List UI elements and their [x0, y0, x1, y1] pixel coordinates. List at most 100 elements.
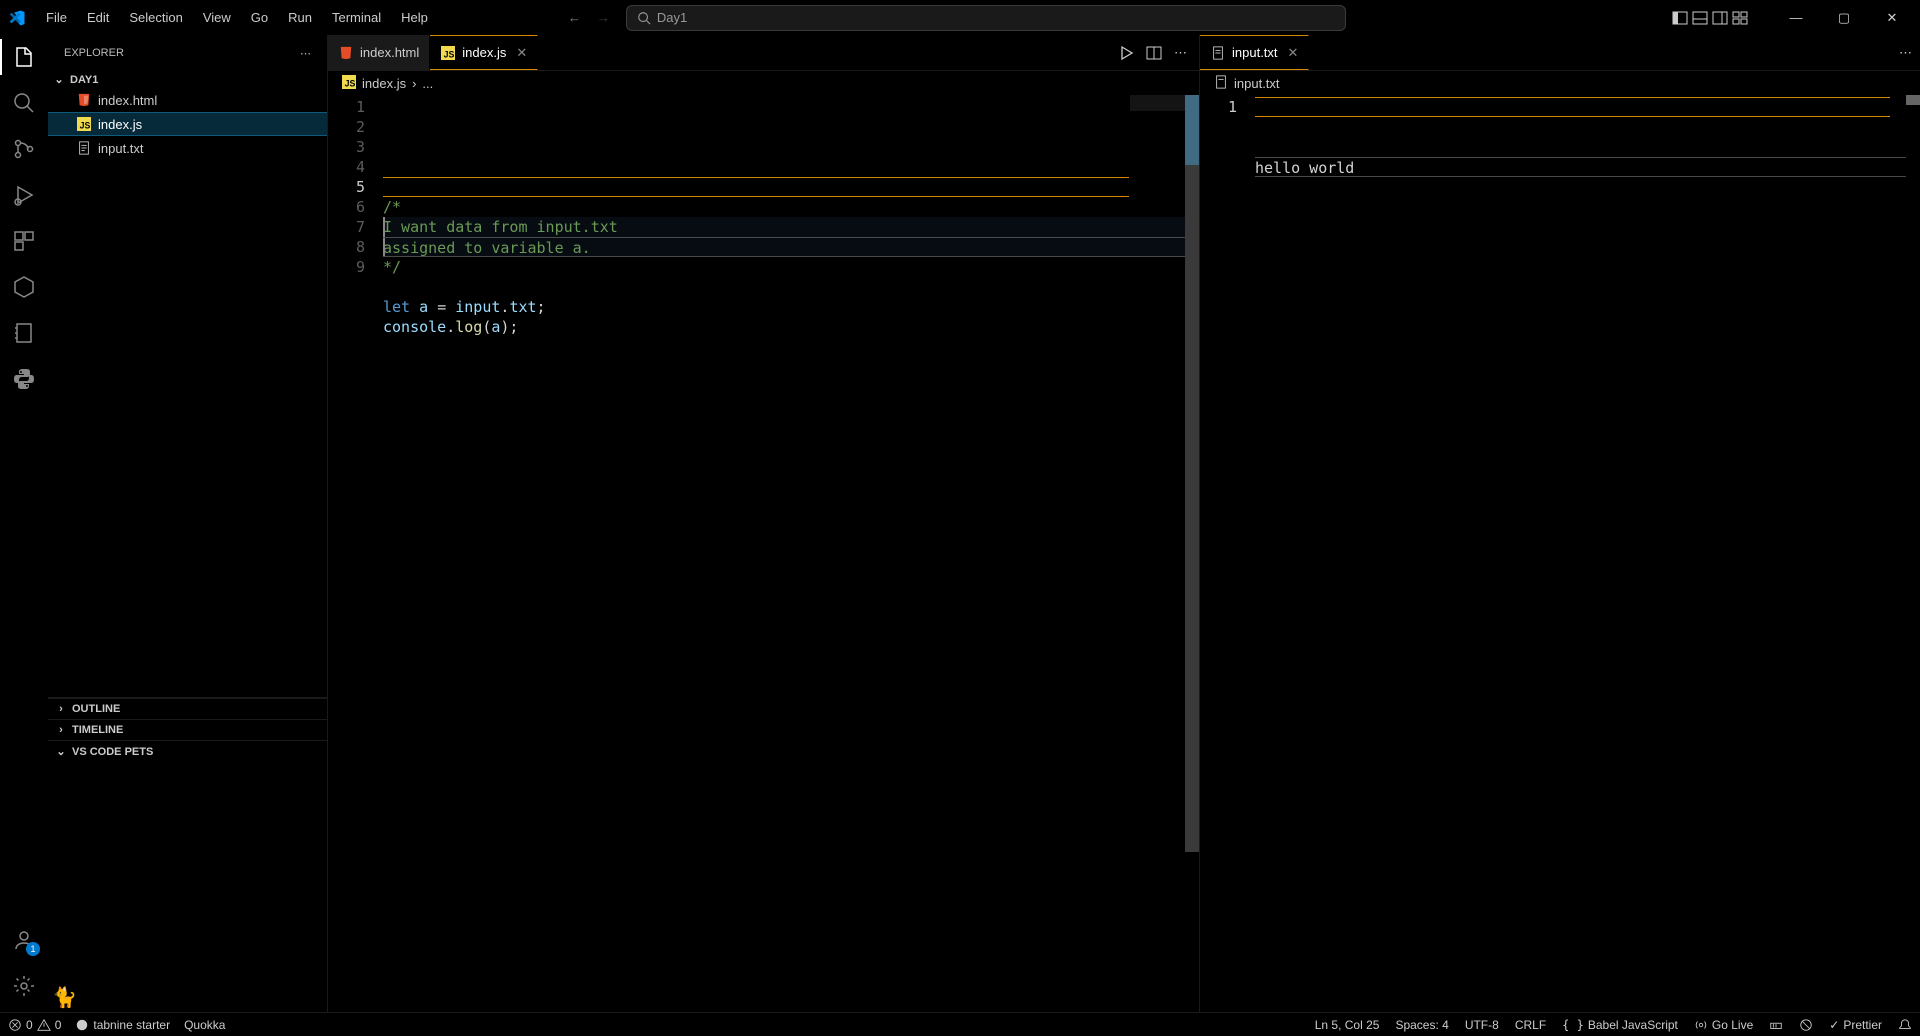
layout-panel-icon[interactable] [1692, 10, 1708, 26]
menu-help[interactable]: Help [393, 6, 436, 29]
pets-section[interactable]: ⌄ VS CODE PETS [48, 740, 327, 762]
status-encoding[interactable]: UTF-8 [1465, 1018, 1499, 1032]
command-center-search[interactable]: Day1 [626, 5, 1346, 31]
activity-settings-icon[interactable] [10, 972, 38, 1000]
status-notifications-icon[interactable] [1898, 1018, 1912, 1032]
file-item-index-html[interactable]: index.html [48, 88, 327, 112]
tab-index-html[interactable]: index.html [328, 35, 430, 70]
scrollbar[interactable] [1185, 95, 1199, 1012]
status-spaces[interactable]: Spaces: 4 [1395, 1018, 1448, 1032]
code-content[interactable]: hello world [1255, 95, 1920, 1012]
chevron-right-icon: › [54, 724, 68, 736]
editor-group-2: input.txt ✕ ⋯ input.txt 1 hello world [1200, 35, 1920, 1012]
timeline-section[interactable]: › TIMELINE [48, 719, 327, 740]
status-cursor-position[interactable]: Ln 5, Col 25 [1315, 1018, 1380, 1032]
split-editor-icon[interactable] [1146, 45, 1162, 61]
menu-terminal[interactable]: Terminal [324, 6, 389, 29]
accounts-badge: 1 [26, 942, 40, 956]
menu-run[interactable]: Run [280, 6, 320, 29]
menu-go[interactable]: Go [243, 6, 276, 29]
code-area-left[interactable]: 123456789 /*I want data from input.txtas… [328, 95, 1199, 1012]
close-icon[interactable]: ✕ [1288, 45, 1299, 61]
sidebar-explorer: EXPLORER ⋯ ⌄ DAY1 index.html JS index.js… [48, 35, 328, 1012]
file-tree: index.html JS index.js input.txt [48, 88, 327, 697]
window-close[interactable]: ✕ [1872, 4, 1912, 32]
file-item-input-txt[interactable]: input.txt [48, 136, 327, 160]
activity-hex-icon[interactable] [10, 273, 38, 301]
minimap-slider[interactable] [1130, 95, 1185, 111]
tab-label: input.txt [1232, 45, 1278, 60]
breadcrumb-left[interactable]: JS index.js › ... [328, 71, 1199, 95]
pet-cat-icon[interactable]: 🐈 [52, 985, 77, 1010]
txt-file-icon [1210, 45, 1226, 61]
more-icon[interactable]: ⋯ [1174, 45, 1187, 61]
window-maximize[interactable]: ▢ [1824, 4, 1864, 32]
activity-search-icon[interactable] [10, 89, 38, 117]
status-port-icon[interactable] [1769, 1018, 1783, 1032]
statusbar: 0 0 tabnine starter Quokka Ln 5, Col 25 … [0, 1012, 1920, 1036]
file-label: index.html [98, 93, 157, 108]
activity-source-control-icon[interactable] [10, 135, 38, 163]
menu-file[interactable]: File [38, 6, 75, 29]
gutter: 123456789 [328, 95, 383, 1012]
chevron-right-icon: › [54, 703, 68, 715]
outline-section[interactable]: › OUTLINE [48, 698, 327, 719]
js-file-icon: JS [76, 116, 92, 132]
breadcrumb-sep: › [412, 76, 416, 91]
svg-text:JS: JS [444, 49, 455, 59]
menu-edit[interactable]: Edit [79, 6, 117, 29]
outline-label: OUTLINE [72, 703, 120, 715]
menu-view[interactable]: View [195, 6, 239, 29]
folder-name: DAY1 [70, 74, 98, 86]
folder-header[interactable]: ⌄ DAY1 [48, 71, 327, 88]
status-eol[interactable]: CRLF [1515, 1018, 1546, 1032]
sidebar-title: EXPLORER [64, 47, 124, 59]
close-icon[interactable]: ✕ [516, 45, 527, 61]
tab-input-txt[interactable]: input.txt ✕ [1200, 35, 1309, 70]
status-golive[interactable]: Go Live [1694, 1018, 1753, 1032]
activity-python-icon[interactable] [10, 365, 38, 393]
txt-file-icon [76, 140, 92, 156]
chevron-down-icon: ⌄ [54, 745, 68, 758]
layout-sidebar-right-icon[interactable] [1712, 10, 1728, 26]
chevron-down-icon: ⌄ [52, 73, 66, 86]
run-icon[interactable] [1118, 45, 1134, 61]
more-icon[interactable]: ⋯ [1899, 45, 1912, 61]
activity-bar: 1 [0, 35, 48, 1012]
tabs-left: index.html JS index.js ✕ ⋯ [328, 35, 1199, 71]
menu-selection[interactable]: Selection [121, 6, 190, 29]
layout-sidebar-left-icon[interactable] [1672, 10, 1688, 26]
breadcrumb-right[interactable]: input.txt [1200, 71, 1920, 95]
window-minimize[interactable]: — [1776, 4, 1816, 32]
sidebar-more-icon[interactable]: ⋯ [300, 47, 311, 60]
gutter: 1 [1200, 95, 1255, 1012]
status-tabnine[interactable]: tabnine starter [75, 1018, 170, 1032]
scroll-thumb[interactable] [1185, 95, 1199, 165]
code-content[interactable]: /*I want data from input.txtassigned to … [383, 95, 1199, 1012]
activity-notebook-icon[interactable] [10, 319, 38, 347]
file-label: input.txt [98, 141, 144, 156]
activity-explorer-icon[interactable] [10, 43, 38, 71]
editor-group-1: index.html JS index.js ✕ ⋯ JS index.js ›… [328, 35, 1200, 1012]
scrollbar[interactable] [1906, 95, 1920, 1012]
activity-accounts-icon[interactable]: 1 [10, 926, 38, 954]
status-prettier[interactable]: ✓ Prettier [1829, 1018, 1882, 1032]
activity-extensions-icon[interactable] [10, 227, 38, 255]
svg-text:JS: JS [80, 120, 91, 130]
status-quokka[interactable]: Quokka [184, 1018, 225, 1032]
svg-text:JS: JS [345, 78, 356, 88]
minimap[interactable] [1130, 95, 1185, 1012]
activity-run-debug-icon[interactable] [10, 181, 38, 209]
status-problems[interactable]: 0 0 [8, 1018, 61, 1032]
vscode-logo-icon [8, 9, 26, 27]
scroll-track [1185, 165, 1199, 852]
layout-customize-icon[interactable] [1732, 10, 1748, 26]
tab-index-js[interactable]: JS index.js ✕ [430, 35, 538, 70]
file-item-index-js[interactable]: JS index.js [48, 112, 327, 136]
status-language[interactable]: { } Babel JavaScript [1562, 1018, 1678, 1032]
nav-forward-icon[interactable]: → [593, 8, 614, 27]
code-area-right[interactable]: 1 hello world [1200, 95, 1920, 1012]
html-file-icon [76, 92, 92, 108]
nav-back-icon[interactable]: ← [564, 8, 585, 27]
status-liveshare-icon[interactable] [1799, 1018, 1813, 1032]
